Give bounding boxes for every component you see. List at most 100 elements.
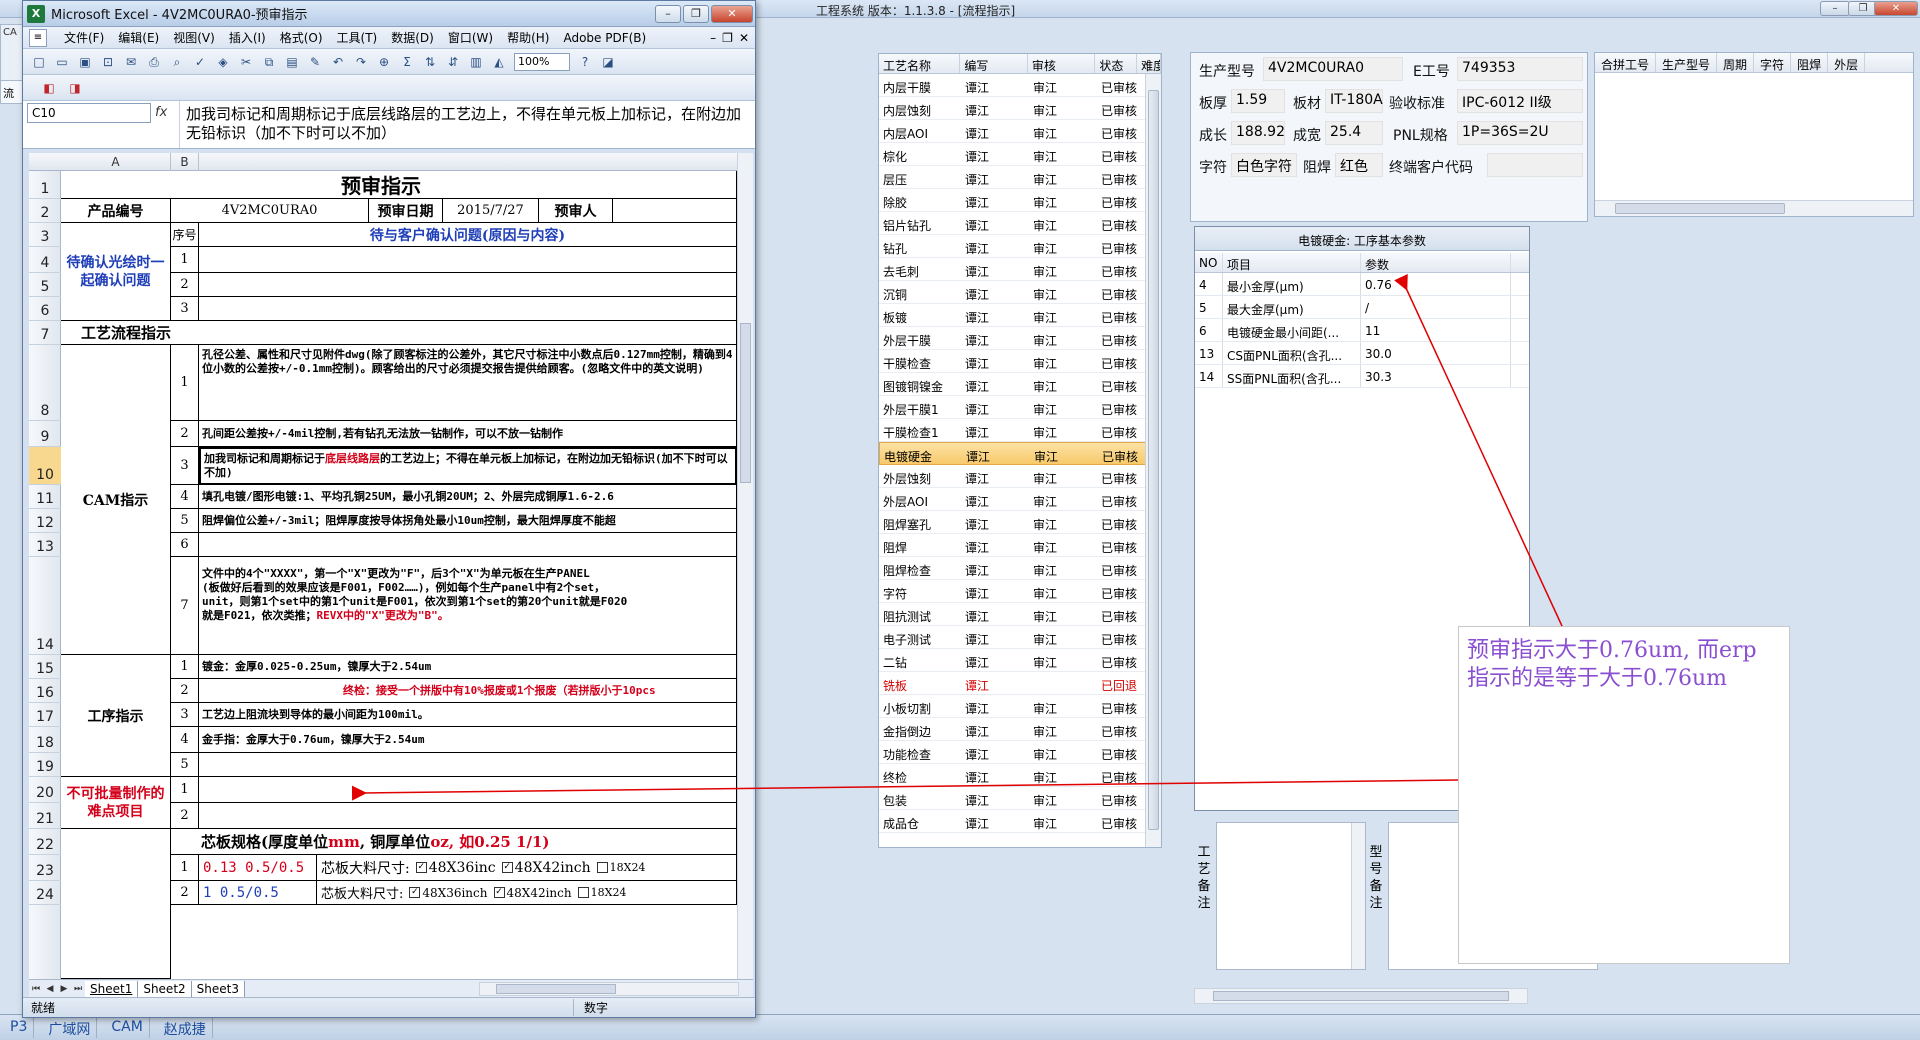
customer-code-field[interactable] bbox=[1487, 153, 1583, 177]
sort-asc-icon[interactable]: ⇅ bbox=[420, 52, 440, 72]
core-seq-2[interactable]: 2 bbox=[171, 881, 199, 905]
question-3[interactable] bbox=[199, 297, 737, 321]
pnl-field[interactable]: 1P=36S=2U bbox=[1457, 121, 1583, 145]
column-header-b[interactable]: B bbox=[171, 153, 199, 171]
taskbar-item-p3[interactable]: P3 bbox=[4, 1017, 35, 1038]
seq-1[interactable]: 1 bbox=[171, 247, 199, 273]
sheet-title[interactable]: 预审指示 bbox=[61, 171, 737, 199]
scroll-thumb[interactable] bbox=[1213, 991, 1509, 1001]
process-row[interactable]: 功能检查 谭江 审江 已审核 bbox=[879, 741, 1161, 764]
col-item[interactable]: 项目 bbox=[1223, 253, 1361, 272]
diff-seq-2[interactable]: 2 bbox=[171, 803, 199, 829]
cam-seq-4[interactable]: 4 bbox=[171, 485, 199, 509]
last-sheet-icon[interactable]: ⏭ bbox=[71, 984, 85, 994]
standard-field[interactable]: IPC-6012 II级 bbox=[1457, 89, 1583, 113]
process-row[interactable]: 外层蚀刻 谭江 审江 已审核 bbox=[879, 465, 1161, 488]
cam-seq-7[interactable]: 7 bbox=[171, 557, 199, 655]
row-header[interactable]: 17 bbox=[29, 703, 61, 727]
menu-format[interactable]: 格式(O) bbox=[273, 29, 330, 46]
doc-minimize-icon[interactable]: – bbox=[710, 31, 716, 45]
process-row[interactable]: 干膜检查1 谭江 审江 已审核 bbox=[879, 419, 1161, 442]
operation-label[interactable]: 工序指示 bbox=[61, 655, 171, 777]
row-header[interactable]: 6 bbox=[29, 297, 61, 321]
menu-view[interactable]: 视图(V) bbox=[166, 29, 222, 46]
menu-adobe-pdf[interactable]: Adobe PDF(B) bbox=[556, 31, 653, 45]
paste-icon[interactable]: ▤ bbox=[282, 52, 302, 72]
cam-seq-3[interactable]: 3 bbox=[171, 447, 199, 485]
cam-item-2[interactable]: 孔间距公差按+/-4mil控制,若有钻孔无法放一钻制作，可以不放一钻制作 bbox=[199, 421, 737, 447]
prev-sheet-icon[interactable]: ◀ bbox=[43, 984, 57, 994]
customer-question-label[interactable]: 待与客户确认问题(原因与内容) bbox=[199, 223, 737, 247]
row-header[interactable]: 21 bbox=[29, 803, 61, 829]
menu-data[interactable]: 数据(D) bbox=[384, 29, 441, 46]
param-row[interactable]: 13 CS面PNL面积(含孔... 30.0 bbox=[1195, 342, 1529, 365]
menu-edit[interactable]: 编辑(E) bbox=[111, 29, 166, 46]
op-item-4[interactable]: 金手指：金厚大于0.76um，镍厚大于2.54um bbox=[199, 727, 737, 753]
process-row[interactable]: 阻抗测试 谭江 审江 已审核 bbox=[879, 603, 1161, 626]
note-scrollbar[interactable] bbox=[1351, 823, 1365, 969]
print-icon[interactable]: ⎙ bbox=[144, 52, 164, 72]
process-row[interactable]: 图镀铜镍金 谭江 审江 已审核 bbox=[879, 373, 1161, 396]
sheet-vscrollbar[interactable] bbox=[737, 153, 753, 979]
col-writer[interactable]: 编写 bbox=[960, 54, 1028, 73]
process-row[interactable]: 干膜检查 谭江 审江 已审核 bbox=[879, 350, 1161, 373]
minimize-icon[interactable]: – bbox=[655, 4, 681, 23]
undo-icon[interactable]: ↶ bbox=[328, 52, 348, 72]
process-row[interactable]: 外层干膜 谭江 审江 已审核 bbox=[879, 327, 1161, 350]
length-field[interactable]: 188.92 bbox=[1231, 121, 1285, 145]
checkbox-checked-icon[interactable]: ✓ bbox=[493, 887, 505, 898]
permission-icon[interactable]: ⊡ bbox=[98, 52, 118, 72]
checkbox-checked-icon[interactable]: ✓ bbox=[415, 862, 427, 873]
core-item-2[interactable]: 1 0.5/0.5 bbox=[199, 881, 317, 905]
question-1[interactable] bbox=[199, 247, 737, 273]
cam-item-6[interactable] bbox=[199, 533, 737, 557]
scroll-thumb[interactable] bbox=[740, 323, 751, 483]
worksheet-grid[interactable]: A B 1 2 3 4 5 6 7 8 9 10 11 12 13 14 15 16 17 18 19 20 21 22 2… bbox=[29, 153, 737, 979]
print-preview-icon[interactable]: ⌕ bbox=[167, 52, 187, 72]
taskbar-item-cam[interactable]: CAM bbox=[105, 1017, 150, 1038]
row-header[interactable]: 10 bbox=[29, 447, 61, 485]
param-row[interactable]: 14 SS面PNL面积(含孔... 30.3 bbox=[1195, 365, 1529, 388]
process-row[interactable]: 层压 谭江 审江 已审核 bbox=[879, 166, 1161, 189]
core-spec-blank[interactable] bbox=[61, 829, 171, 979]
format-painter-icon[interactable]: ✎ bbox=[305, 52, 325, 72]
sheet-tab-3[interactable]: Sheet3 bbox=[191, 981, 245, 997]
question-2[interactable] bbox=[199, 273, 737, 297]
thickness-field[interactable]: 1.59 bbox=[1231, 89, 1285, 113]
process-row[interactable]: 板镀 谭江 审江 已审核 bbox=[879, 304, 1161, 327]
review-date-value[interactable]: 2015/7/27 bbox=[443, 199, 539, 223]
email-icon[interactable]: ✉ bbox=[121, 52, 141, 72]
op-item-2[interactable]: 终检：接受一个拼版中有10%报废或1个报废（若拼版小于10pcs bbox=[199, 679, 737, 703]
checkbox-unchecked-icon[interactable] bbox=[577, 887, 589, 898]
eorder-field[interactable]: 749353 bbox=[1457, 57, 1583, 81]
research-icon[interactable]: ◈ bbox=[213, 52, 233, 72]
sheet-tab-1[interactable]: Sheet1 bbox=[85, 981, 139, 997]
row-header[interactable]: 8 bbox=[29, 345, 61, 421]
process-row[interactable]: 小板切割 谭江 审江 已审核 bbox=[879, 695, 1161, 718]
core-item-1[interactable]: 0.13 0.5/0.5 bbox=[199, 855, 317, 881]
cam-item-3-selected[interactable]: 加我司标记和周期标记于底层线路层的工艺边上；不得在单元板上加标记，在附边加无铅标… bbox=[199, 447, 737, 485]
process-row[interactable]: 终检 谭江 审江 已审核 bbox=[879, 764, 1161, 787]
row-header[interactable]: 1 bbox=[29, 171, 61, 199]
row-header[interactable]: 22 bbox=[29, 829, 61, 855]
menu-file[interactable]: 文件(F) bbox=[57, 29, 111, 46]
params-hscrollbar[interactable] bbox=[1194, 988, 1528, 1004]
fill-color-icon[interactable]: ◪ bbox=[598, 52, 618, 72]
photo-confirm-label[interactable]: 待确认光绘时一起确认问题 bbox=[61, 223, 171, 321]
col-reviewer[interactable]: 审核 bbox=[1028, 54, 1096, 73]
new-icon[interactable]: □ bbox=[29, 52, 49, 72]
process-row[interactable]: 金指倒边 谭江 审江 已审核 bbox=[879, 718, 1161, 741]
process-row[interactable]: 沉铜 谭江 审江 已审核 bbox=[879, 281, 1161, 304]
next-sheet-icon[interactable]: ▶ bbox=[57, 984, 71, 994]
close-icon[interactable]: ✕ bbox=[1874, 1, 1918, 16]
difficulty-label[interactable]: 不可批量制作的难点项目 bbox=[61, 777, 171, 829]
copy-icon[interactable]: ⧉ bbox=[259, 52, 279, 72]
process-row[interactable]: 电镀硬金 谭江 审江 已审核 bbox=[879, 442, 1161, 465]
cam-label[interactable]: CAM指示 bbox=[61, 345, 171, 655]
process-row[interactable]: 除胶 谭江 审江 已审核 bbox=[879, 189, 1161, 212]
menu-insert[interactable]: 插入(I) bbox=[222, 29, 273, 46]
minimize-icon[interactable]: – bbox=[1820, 1, 1850, 16]
merged-orders-scrollbar[interactable] bbox=[1595, 200, 1913, 216]
col-status[interactable]: 状态 bbox=[1095, 54, 1138, 73]
cam-item-7[interactable]: 文件中的4个"XXXX"，第一个"X"更改为"F"，后3个"X"为单元板在生产P… bbox=[199, 557, 737, 655]
